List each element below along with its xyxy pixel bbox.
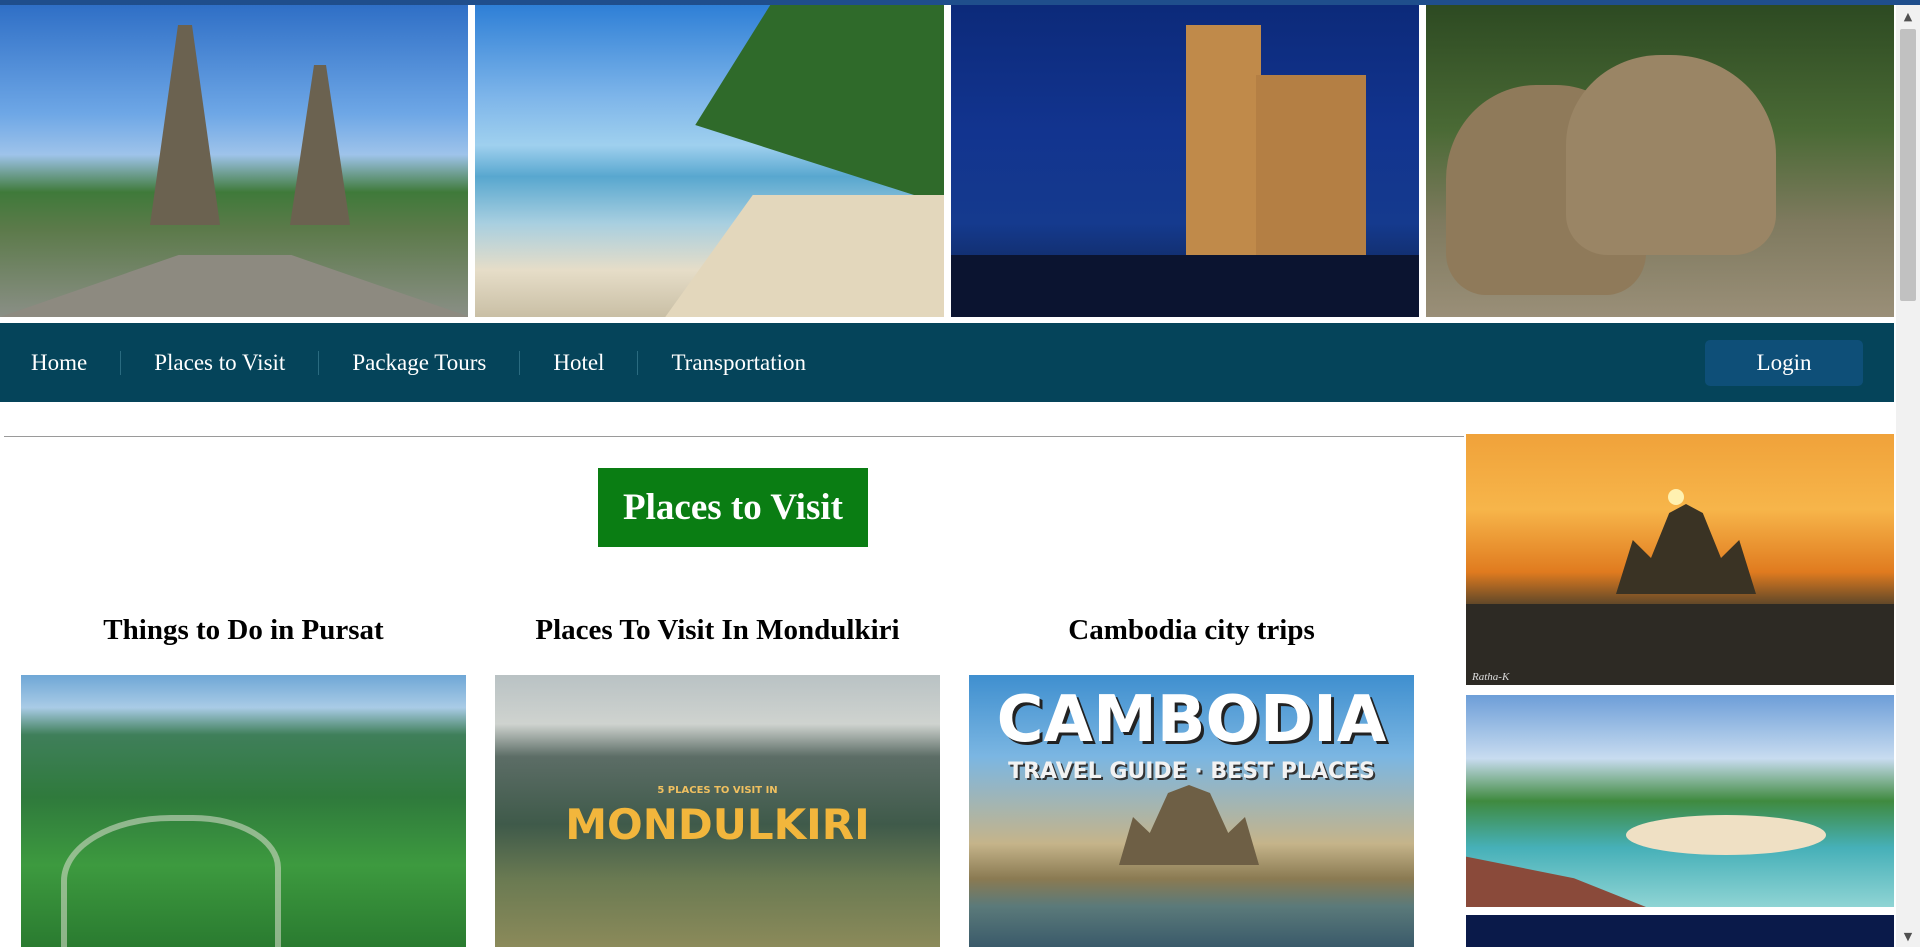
winding-road-shape bbox=[61, 815, 281, 947]
nav-menu: Home Places to Visit Package Tours Hotel… bbox=[0, 323, 839, 402]
photo-credit: Ratha-K bbox=[1472, 671, 1510, 683]
crowd-shape bbox=[1466, 604, 1894, 685]
street-shape bbox=[950, 255, 1419, 317]
image-caption-big: MONDULKIRI bbox=[565, 800, 870, 849]
hotel-tower-shape bbox=[1185, 25, 1261, 285]
elephants-photo bbox=[1425, 5, 1894, 317]
content-divider bbox=[4, 436, 1464, 437]
causeway-shape bbox=[0, 255, 469, 317]
hotel-photo bbox=[950, 5, 1419, 317]
login-button[interactable]: Login bbox=[1705, 340, 1863, 386]
pursat-photo[interactable] bbox=[21, 675, 466, 947]
nav-item-places-to-visit[interactable]: Places to Visit bbox=[121, 350, 318, 376]
card-title: Things to Do in Pursat bbox=[103, 614, 384, 646]
temple-tower-shape bbox=[150, 25, 220, 225]
sunrise-angkor-photo[interactable]: Ratha-K bbox=[1466, 434, 1894, 685]
vertical-scrollbar[interactable]: ▲ ▼ bbox=[1896, 5, 1920, 947]
elephant-shape bbox=[1565, 55, 1776, 255]
image-caption-big: CAMBODIA bbox=[996, 683, 1387, 757]
main-navbar: Home Places to Visit Package Tours Hotel… bbox=[0, 323, 1894, 402]
night-photo[interactable] bbox=[1466, 915, 1894, 947]
banner-gallery bbox=[0, 5, 1894, 317]
sun-shape bbox=[1668, 489, 1684, 505]
image-caption-small: 5 PLACES TO VISIT IN bbox=[657, 785, 778, 796]
temple-tower-shape bbox=[290, 65, 350, 225]
card-title: Places To Visit In Mondulkiri bbox=[535, 614, 900, 646]
angkor-wat-photo bbox=[0, 5, 469, 317]
temple-silhouette-shape bbox=[1616, 504, 1756, 594]
cambodia-guide-photo[interactable]: CAMBODIA TRAVEL GUIDE · BEST PLACES bbox=[969, 675, 1414, 947]
place-card-cambodia[interactable]: Cambodia city trips CAMBODIA TRAVEL GUID… bbox=[969, 605, 1414, 947]
beach-photo bbox=[475, 5, 944, 317]
sand-shape bbox=[665, 195, 944, 317]
nav-item-hotel[interactable]: Hotel bbox=[520, 350, 637, 376]
image-caption-sub: TRAVEL GUIDE · BEST PLACES bbox=[1008, 759, 1375, 784]
scroll-up-arrow-icon[interactable]: ▲ bbox=[1896, 5, 1920, 27]
island-beach-photo[interactable] bbox=[1466, 695, 1894, 907]
place-card-pursat[interactable]: Things to Do in Pursat bbox=[21, 605, 466, 947]
scroll-down-arrow-icon[interactable]: ▼ bbox=[1896, 925, 1920, 947]
sand-shape bbox=[1626, 815, 1826, 855]
card-title: Cambodia city trips bbox=[1068, 614, 1315, 646]
nav-item-transportation[interactable]: Transportation bbox=[638, 350, 839, 376]
page-title: Places to Visit bbox=[598, 468, 868, 547]
place-card-mondulkiri[interactable]: Places To Visit In Mondulkiri 5 PLACES T… bbox=[495, 605, 940, 947]
rocks-shape bbox=[1466, 856, 1646, 907]
temple-silhouette-shape bbox=[1119, 785, 1259, 865]
sidebar-gallery: Ratha-K bbox=[1466, 434, 1894, 947]
hotel-wing-shape bbox=[1255, 75, 1366, 285]
mondulkiri-photo[interactable]: 5 PLACES TO VISIT IN MONDULKIRI bbox=[495, 675, 940, 947]
nav-item-package-tours[interactable]: Package Tours bbox=[319, 350, 519, 376]
nav-item-home[interactable]: Home bbox=[0, 350, 120, 376]
forest-shape bbox=[695, 5, 944, 205]
scrollbar-thumb[interactable] bbox=[1900, 29, 1916, 301]
